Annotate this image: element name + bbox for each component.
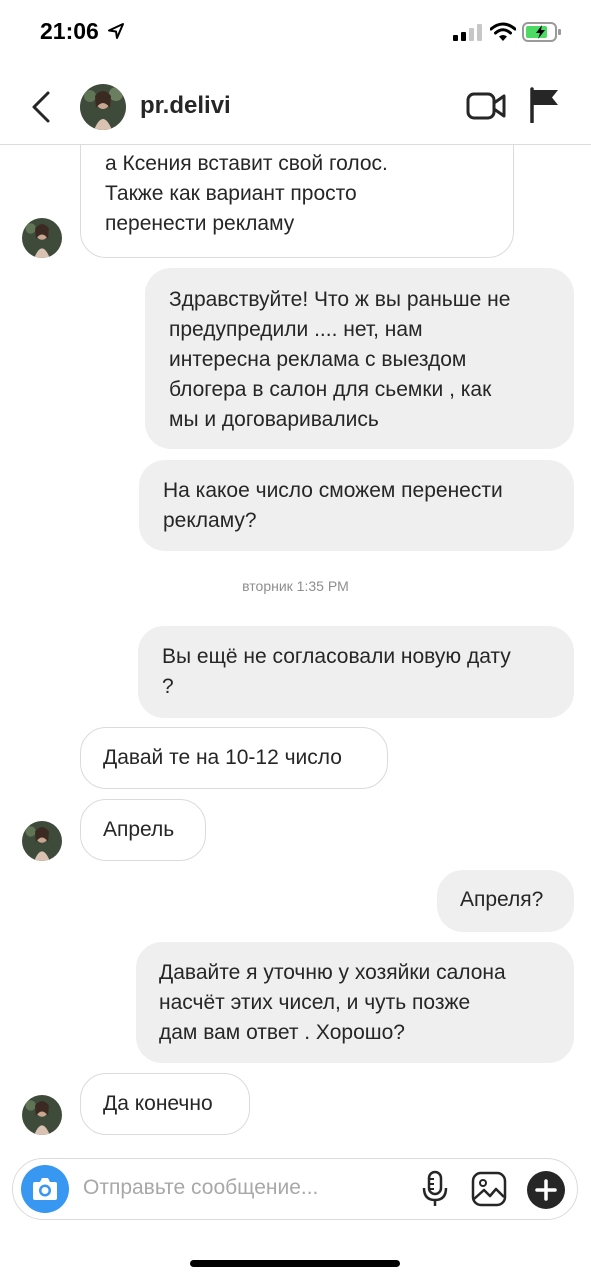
message-bubble-outgoing[interactable]: Здравствуйте! Что ж вы раньше не предупр… [145, 268, 574, 449]
image-icon[interactable] [471, 1171, 507, 1207]
battery-icon [522, 22, 561, 42]
chat-header: pr.delivi [0, 70, 591, 145]
message-text: Да конечно [103, 1092, 213, 1115]
status-time: 21:06 [40, 18, 99, 44]
message-bubble-outgoing[interactable]: Апреля? [437, 870, 574, 932]
chat-username[interactable]: pr.delivi [140, 92, 231, 120]
location-arrow-icon [108, 23, 124, 39]
message-text: а Ксения вставит свой голос. Также как в… [105, 152, 388, 235]
message-text: Давайте я уточню у хозяйки салона насчёт… [159, 961, 506, 1044]
sender-avatar[interactable] [22, 218, 62, 258]
plus-icon [535, 1179, 557, 1201]
message-bubble-incoming[interactable]: Апрель [80, 799, 206, 861]
microphone-icon[interactable] [421, 1170, 449, 1208]
camera-icon [33, 1178, 57, 1200]
message-bubble-incoming[interactable]: Давай те на 10-12 число [80, 727, 388, 789]
message-bubble-outgoing[interactable]: На какое число сможем перенести рекламу? [139, 460, 574, 551]
message-bubble-incoming[interactable]: Да конечно [80, 1073, 250, 1135]
camera-button[interactable] [21, 1165, 69, 1213]
video-camera-icon[interactable] [466, 90, 506, 122]
message-composer: Отправьте сообщение... [12, 1158, 578, 1220]
message-input[interactable]: Отправьте сообщение... [83, 1176, 318, 1200]
message-text: Апреля? [460, 888, 544, 911]
wifi-icon [490, 22, 516, 41]
message-text: Давай те на 10-12 число [103, 746, 342, 769]
message-text: Здравствуйте! Что ж вы раньше не предупр… [169, 288, 511, 431]
chevron-left-icon[interactable] [30, 90, 52, 124]
add-button[interactable] [527, 1171, 565, 1209]
message-text: Апрель [103, 818, 175, 841]
home-indicator[interactable] [190, 1260, 400, 1267]
signal-icon [453, 24, 482, 41]
flag-icon[interactable] [528, 87, 560, 123]
message-bubble-outgoing[interactable]: Вы ещё не согласовали новую дату ? [138, 626, 574, 718]
message-text: Вы ещё не согласовали новую дату ? [162, 645, 511, 698]
sender-avatar[interactable] [22, 821, 62, 861]
avatar[interactable] [80, 84, 126, 130]
sender-avatar[interactable] [22, 1095, 62, 1135]
date-divider: вторник 1:35 PM [242, 578, 349, 594]
message-bubble-outgoing[interactable]: Давайте я уточню у хозяйки салона насчёт… [136, 942, 574, 1063]
message-text: На какое число сможем перенести рекламу? [163, 479, 503, 532]
